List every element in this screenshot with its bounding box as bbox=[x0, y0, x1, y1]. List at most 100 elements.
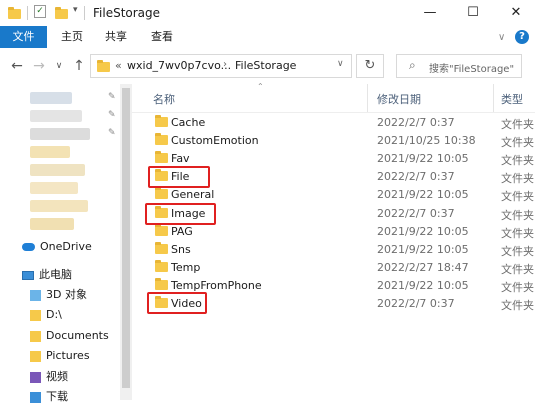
forward-arrow-icon[interactable]: → bbox=[30, 56, 48, 76]
file-date: 2021/9/22 10:05 bbox=[377, 278, 469, 292]
nav-label: 3D 对象 bbox=[46, 288, 87, 301]
up-arrow-icon[interactable]: ↑ bbox=[70, 56, 88, 76]
file-date: 2021/9/22 10:05 bbox=[377, 152, 469, 166]
maximize-button[interactable]: ☐ bbox=[456, 0, 490, 26]
pin-icon[interactable]: ✎ bbox=[108, 128, 116, 138]
nav-d-drive[interactable]: D:\ bbox=[30, 306, 62, 324]
address-dropdown-icon[interactable]: ∨ bbox=[337, 59, 344, 69]
nav-label: 视频 bbox=[46, 370, 68, 383]
file-date: 2021/10/25 10:38 bbox=[377, 134, 476, 148]
blurred-item bbox=[30, 164, 85, 176]
expand-ribbon-icon[interactable]: ∨ bbox=[498, 32, 505, 43]
column-divider[interactable] bbox=[493, 84, 494, 112]
pin-icon[interactable]: ✎ bbox=[108, 92, 116, 102]
download-icon bbox=[30, 391, 41, 403]
title-bar: ✓ ▾ FileStorage — ☐ ✕ bbox=[0, 0, 535, 26]
nav-this-pc[interactable]: 此电脑 bbox=[22, 266, 72, 284]
nav-pictures[interactable]: Pictures bbox=[30, 347, 90, 365]
nav-label: OneDrive bbox=[40, 240, 92, 253]
file-date: 2022/2/7 0:37 bbox=[377, 116, 455, 129]
search-placeholder: 搜索"FileStorage" bbox=[429, 64, 515, 75]
blurred-item bbox=[30, 182, 78, 194]
blurred-item bbox=[30, 110, 82, 122]
file-date: 2022/2/7 0:37 bbox=[377, 206, 455, 220]
folder-icon bbox=[155, 187, 168, 200]
column-modified[interactable]: 修改日期 bbox=[377, 91, 421, 107]
file-name: TempFromPhone bbox=[171, 278, 262, 292]
nav-onedrive[interactable]: OneDrive bbox=[22, 238, 92, 256]
nav-label: 此电脑 bbox=[39, 268, 72, 281]
pin-icon[interactable]: ✎ bbox=[108, 110, 116, 120]
file-type: 文件夹 bbox=[501, 154, 534, 168]
folder-icon bbox=[155, 223, 168, 236]
file-name: PAG bbox=[171, 224, 193, 238]
table-row[interactable]: PAG 2021/9/22 10:05 文件夹 bbox=[132, 223, 535, 241]
folder-icon bbox=[155, 133, 168, 146]
nav-videos[interactable]: 视频 bbox=[30, 368, 68, 386]
folder-icon bbox=[97, 60, 110, 72]
tab-home[interactable]: 主页 bbox=[55, 26, 89, 48]
file-type: 文件夹 bbox=[501, 118, 534, 131]
table-row[interactable]: CustomEmotion 2021/10/25 10:38 文件夹 bbox=[132, 132, 535, 150]
file-name: General bbox=[171, 188, 215, 202]
nav-label: Pictures bbox=[46, 349, 90, 362]
nav-3d-objects[interactable]: 3D 对象 bbox=[30, 286, 87, 304]
folder-icon bbox=[155, 241, 168, 254]
blurred-item bbox=[30, 146, 70, 158]
search-input[interactable]: ⌕ 搜索"FileStorage" bbox=[396, 54, 522, 78]
tab-view[interactable]: 查看 bbox=[145, 26, 179, 48]
file-type: 文件夹 bbox=[501, 172, 534, 186]
file-type: 文件夹 bbox=[501, 136, 534, 150]
close-button[interactable]: ✕ bbox=[499, 0, 533, 26]
customize-toolbar-icon[interactable]: ▾ bbox=[73, 5, 78, 15]
tab-file[interactable]: 文件 bbox=[0, 26, 47, 48]
column-divider[interactable] bbox=[367, 84, 368, 112]
file-date: 2022/2/7 0:37 bbox=[377, 170, 455, 184]
file-type: 文件夹 bbox=[501, 244, 534, 258]
file-type: 文件夹 bbox=[501, 299, 534, 312]
file-name: Sns bbox=[171, 242, 191, 256]
navigation-pane: ✎ ✎ ✎ OneDrive 此电脑 3D 对象 D:\ Documents P… bbox=[0, 84, 120, 403]
back-arrow-icon[interactable]: ← bbox=[8, 56, 26, 76]
properties-icon[interactable]: ✓ bbox=[34, 5, 46, 18]
file-type: 文件夹 bbox=[501, 190, 534, 204]
column-name[interactable]: 名称 bbox=[153, 91, 175, 107]
breadcrumb-chevron-icon[interactable]: › bbox=[223, 59, 227, 70]
nav-documents[interactable]: Documents bbox=[30, 327, 109, 345]
folder-icon bbox=[30, 309, 41, 321]
file-date: 2022/2/7 0:37 bbox=[377, 297, 455, 310]
column-type[interactable]: 类型 bbox=[501, 91, 523, 107]
video-icon bbox=[30, 371, 41, 383]
sort-up-icon: ⌃ bbox=[257, 82, 264, 91]
ribbon-tabs: 文件 主页 共享 查看 ∨ ? bbox=[0, 26, 535, 49]
address-bar[interactable]: « wxid_7wv0p7cvo... › FileStorage ∨ bbox=[90, 54, 352, 78]
help-icon[interactable]: ? bbox=[515, 30, 529, 44]
highlight-box-file bbox=[148, 166, 210, 188]
nav-downloads[interactable]: 下载 bbox=[30, 388, 68, 406]
breadcrumb-parent[interactable]: wxid_7wv0p7cvo... bbox=[127, 59, 231, 72]
nav-label: 下载 bbox=[46, 390, 68, 403]
column-header: ⌃ 名称 修改日期 类型 bbox=[132, 82, 535, 113]
file-type: 文件夹 bbox=[501, 262, 534, 276]
recent-locations-icon[interactable]: ∨ bbox=[50, 56, 68, 76]
overflow-chevron-icon[interactable]: « bbox=[115, 59, 122, 72]
nav-scrollbar-thumb[interactable] bbox=[122, 88, 130, 388]
blurred-item bbox=[30, 200, 88, 212]
folder-icon bbox=[30, 330, 41, 342]
highlight-box-image bbox=[145, 203, 216, 225]
new-folder-icon[interactable] bbox=[55, 7, 68, 19]
folder-icon bbox=[155, 259, 168, 272]
table-row[interactable]: Cache 2022/2/7 0:37 文件夹 bbox=[132, 114, 535, 132]
table-row[interactable]: General 2021/9/22 10:05 文件夹 bbox=[132, 186, 535, 204]
computer-icon bbox=[22, 270, 34, 280]
minimize-button[interactable]: — bbox=[413, 0, 447, 26]
file-type: 文件夹 bbox=[501, 226, 534, 240]
tab-share[interactable]: 共享 bbox=[99, 26, 133, 48]
folder-icon bbox=[155, 115, 168, 127]
file-date: 2021/9/22 10:05 bbox=[377, 224, 469, 238]
table-row[interactable]: Sns 2021/9/22 10:05 文件夹 bbox=[132, 241, 535, 259]
breadcrumb-current[interactable]: FileStorage bbox=[235, 59, 296, 72]
table-row[interactable]: Temp 2022/2/27 18:47 文件夹 bbox=[132, 259, 535, 277]
refresh-button[interactable]: ↻ bbox=[356, 54, 384, 78]
file-type: 文件夹 bbox=[501, 208, 534, 222]
